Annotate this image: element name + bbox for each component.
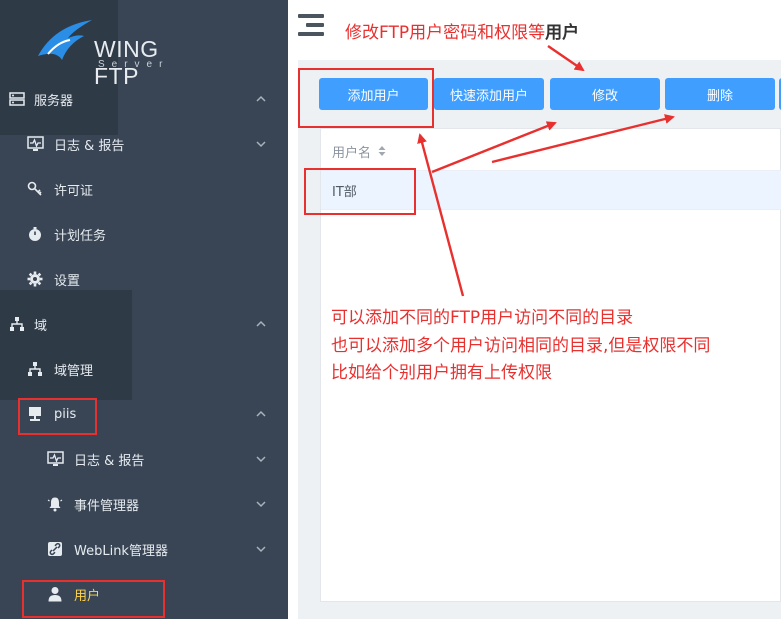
sidebar-item-weblink-manager[interactable]: WebLink管理器	[0, 529, 288, 569]
sidebar-item-scheduled-tasks[interactable]: 计划任务	[0, 214, 288, 254]
annotation-box-user-row	[304, 168, 416, 215]
delete-button[interactable]: 删除	[665, 78, 775, 110]
annotation-box-piis	[18, 398, 97, 435]
sidebar-item-label: 域	[34, 318, 48, 334]
sidebar-item-license[interactable]: 许可证	[0, 169, 288, 209]
link-icon	[46, 540, 64, 558]
logo-subtitle: Server	[98, 59, 170, 70]
sitemap-icon	[8, 315, 26, 333]
annotation-box-add-user	[298, 68, 434, 128]
chevron-down-icon	[256, 546, 266, 553]
sidebar: WING FTP Server 服务器 日志 & 报告 许可证 计划任务 设置 …	[0, 0, 288, 619]
annotation-modify: 修改FTP用户密码和权限等用户	[345, 18, 579, 43]
sidebar-item-label: 服务器	[34, 93, 74, 109]
app-logo: WING FTP Server	[34, 14, 204, 89]
sidebar-item-server[interactable]: 服务器	[0, 79, 288, 119]
gear-icon	[26, 270, 44, 288]
annotation-modify-text: 修改FTP用户密码和权限等	[345, 23, 546, 43]
sitemap-icon	[26, 360, 44, 378]
chevron-down-icon	[256, 456, 266, 463]
sidebar-item-piis-logs[interactable]: 日志 & 报告	[0, 439, 288, 479]
quick-add-user-button[interactable]: 快速添加用户	[434, 78, 544, 110]
sidebar-item-label: 域管理	[54, 363, 94, 379]
sidebar-item-label: WebLink管理器	[74, 543, 168, 559]
sidebar-item-logs[interactable]: 日志 & 报告	[0, 124, 288, 164]
sidebar-item-settings[interactable]: 设置	[0, 259, 288, 299]
chevron-down-icon	[256, 501, 266, 508]
annotation-modify-bold: 用户	[545, 23, 580, 43]
annotation-line-1: 可以添加不同的FTP用户访问不同的目录	[331, 308, 634, 328]
annotation-line-2: 也可以添加多个用户访问相同的目录,但是权限不同	[331, 336, 711, 356]
sidebar-item-label: 事件管理器	[74, 498, 140, 514]
stopwatch-icon	[26, 225, 44, 243]
chevron-up-icon	[256, 320, 266, 327]
sidebar-item-label: 设置	[54, 273, 81, 289]
sidebar-item-label: 计划任务	[54, 228, 107, 244]
chevron-up-icon	[256, 95, 266, 102]
annotation-line-3: 比如给个别用户拥有上传权限	[331, 363, 552, 383]
sidebar-item-label: 许可证	[54, 183, 94, 199]
menu-toggle-icon[interactable]	[298, 14, 324, 38]
key-icon	[26, 180, 44, 198]
sidebar-item-event-manager[interactable]: 事件管理器	[0, 484, 288, 524]
bell-icon	[46, 495, 64, 513]
sidebar-item-label: 日志 & 报告	[54, 138, 125, 154]
modify-button[interactable]: 修改	[550, 78, 660, 110]
monitor-chart-icon	[46, 450, 64, 468]
sidebar-item-domain-manager[interactable]: 域管理	[0, 349, 288, 389]
annotation-box-users	[22, 580, 165, 618]
column-header-username: 用户名	[332, 145, 372, 161]
wing-logo-icon	[38, 20, 92, 60]
table-header[interactable]: 用户名	[321, 132, 781, 170]
chevron-up-icon	[256, 410, 266, 417]
chevron-down-icon	[256, 141, 266, 148]
sort-icon[interactable]	[376, 144, 388, 158]
sidebar-item-label: 日志 & 报告	[74, 453, 145, 469]
monitor-chart-icon	[26, 135, 44, 153]
sidebar-item-domain[interactable]: 域	[0, 304, 288, 344]
server-icon	[8, 90, 26, 108]
